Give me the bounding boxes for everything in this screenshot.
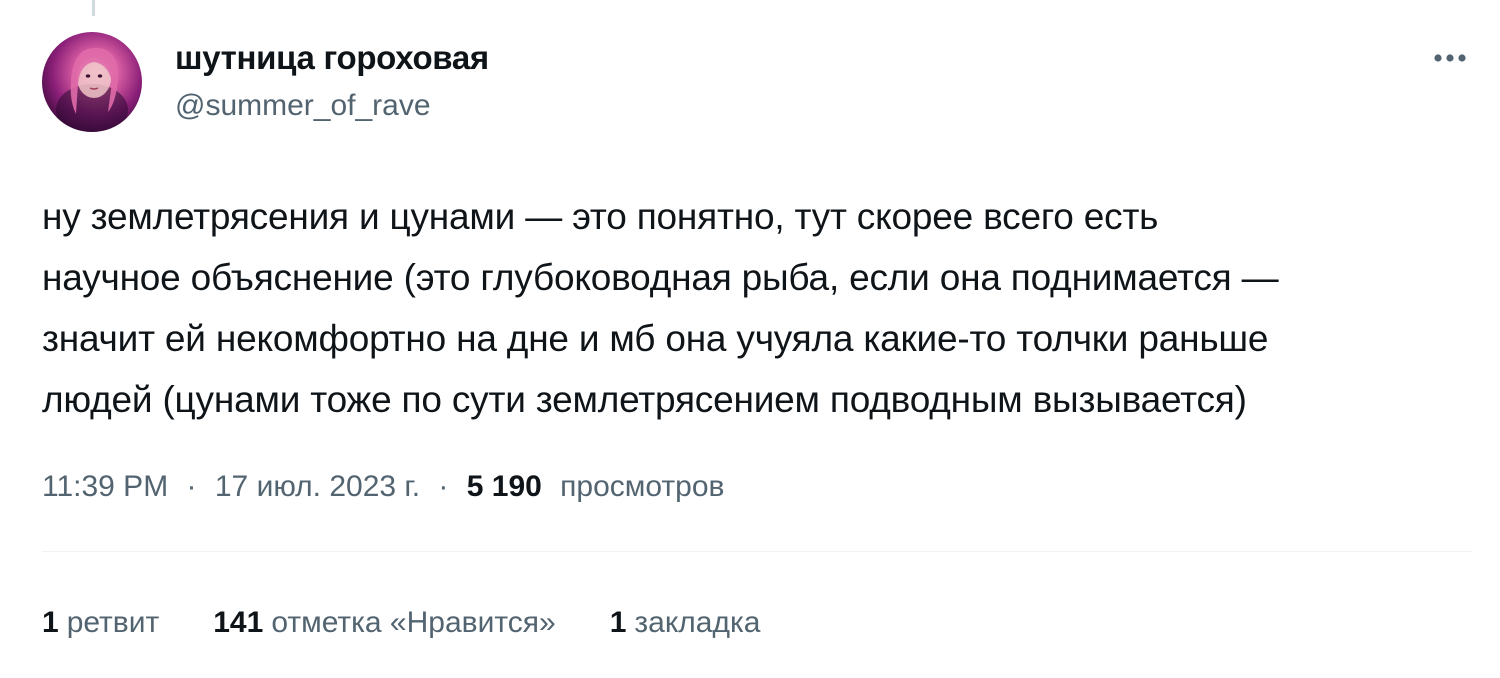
tweet-text-line: научное объяснение (это глубоководная ры… (42, 257, 1279, 298)
retweets-label: ретвит (66, 606, 160, 639)
retweets-count: 1 (42, 606, 59, 639)
author-handle[interactable]: @summer_of_rave (175, 86, 489, 126)
thread-connector-line (92, 0, 95, 16)
meta-separator: · (186, 470, 197, 503)
bookmarks-count: 1 (609, 606, 627, 639)
retweets-stat[interactable]: 1 ретвит (42, 598, 159, 648)
likes-stat[interactable]: 141 отметка «Нравится» (213, 598, 555, 648)
likes-label: отметка «Нравится» (271, 606, 556, 639)
author-display-name[interactable]: шутница гороховая (175, 38, 489, 78)
tweet-card: шутница гороховая @summer_of_rave ну зем… (0, 0, 1500, 678)
more-horizontal-icon (1434, 54, 1466, 62)
tweet-text: ну землетрясения и цунами — это понятно,… (42, 186, 1482, 430)
meta-separator: · (438, 470, 449, 503)
divider (42, 551, 1472, 552)
tweet-stats: 1 ретвит 141 отметка «Нравится» 1 закладка (42, 598, 814, 648)
bookmarks-stat[interactable]: 1 закладка (610, 598, 761, 648)
tweet-date[interactable]: 17 июл. 2023 г. (215, 470, 420, 503)
views-count: 5 190 (466, 470, 542, 503)
views-label: просмотров (560, 470, 725, 503)
tweet-text-line: значит ей некомфортно на дне и мб она уч… (42, 318, 1269, 359)
tweet-text-line: ну землетрясения и цунами — это понятно,… (42, 196, 1159, 237)
more-options-button[interactable] (1428, 40, 1472, 76)
avatar[interactable] (42, 32, 142, 132)
bookmarks-label: закладка (634, 606, 761, 639)
tweet-meta: 11:39 PM · 17 июл. 2023 г. · 5 190 просм… (42, 462, 724, 512)
likes-count: 141 (213, 606, 264, 639)
tweet-text-line: людей (цунами тоже по сути землетрясение… (42, 379, 1247, 420)
tweet-time[interactable]: 11:39 PM (42, 470, 168, 503)
tweet-author: шутница гороховая @summer_of_rave (175, 38, 489, 126)
